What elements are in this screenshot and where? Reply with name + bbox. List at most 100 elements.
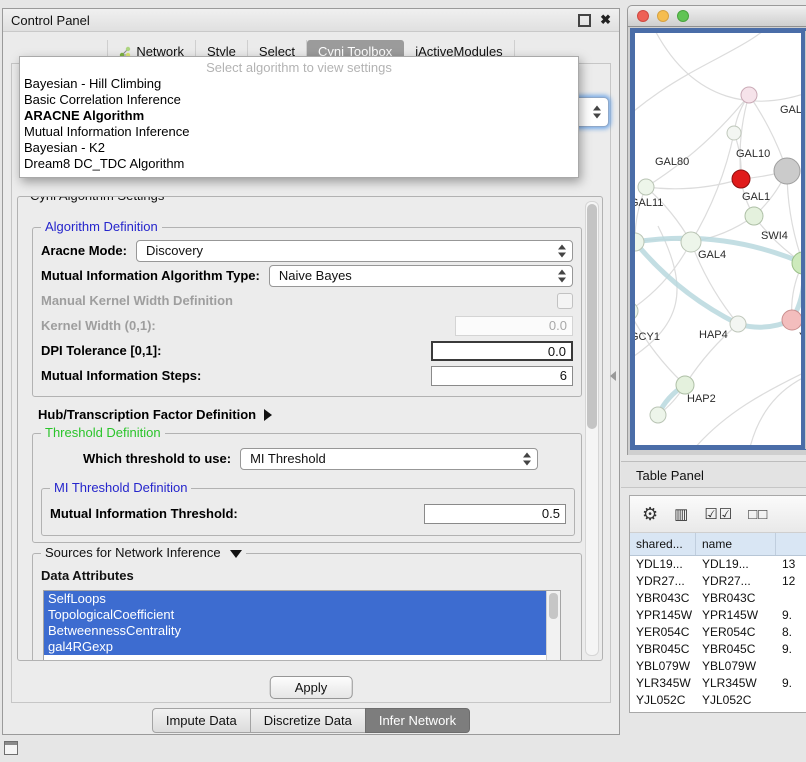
combo-stepper-icon (558, 269, 566, 282)
algorithm-definition-group: Algorithm Definition Aracne Mode: Discov… (32, 227, 582, 397)
network-window-content: GALGAL80GAL10GAL11GAL1SWI4GAL4GCY1HAP4YH… (627, 27, 806, 455)
network-node[interactable] (630, 302, 638, 320)
table-row[interactable]: YBL079WYBL079W (630, 658, 806, 675)
network-node-label: GCY1 (630, 331, 660, 343)
attribute-item-topologicalcoefficient[interactable]: TopologicalCoefficient (44, 607, 550, 623)
minimize-traffic-light-icon[interactable] (657, 10, 669, 22)
algorithm-option-bayesian-k2[interactable]: Bayesian - K2 (20, 140, 578, 156)
table-row[interactable]: YJL052CYJL052C (630, 692, 806, 709)
mi-threshold-label: Mutual Information Threshold: (50, 506, 238, 521)
table-row[interactable]: YDR27...YDR27...12 (630, 573, 806, 590)
table-row[interactable]: YER054CYER054C8. (630, 624, 806, 641)
network-node-label: GAL (780, 104, 802, 116)
table-row[interactable]: YPR145WYPR145W9. (630, 607, 806, 624)
table-cell: YER054C (630, 624, 696, 641)
cyni-algorithm-settings-group: Cyni Algorithm Settings Algorithm Defini… (17, 196, 603, 661)
network-node[interactable] (650, 407, 666, 423)
network-window-titlebar[interactable] (627, 5, 806, 27)
bottom-tab-discretize-data[interactable]: Discretize Data (250, 708, 366, 733)
threshold-definition-title: Threshold Definition (41, 425, 165, 440)
table-row[interactable]: YDL19...YDL19...13 (630, 556, 806, 573)
mi-threshold-field[interactable]: 0.5 (424, 504, 566, 524)
aracne-mode-combobox[interactable]: Discovery (136, 240, 573, 262)
column-header-shared[interactable]: shared... (630, 533, 696, 555)
network-node[interactable] (741, 87, 757, 103)
network-canvas[interactable]: GALGAL80GAL10GAL11GAL1SWI4GAL4GCY1HAP4YH… (630, 28, 806, 450)
aracne-mode-label: Aracne Mode: (41, 243, 127, 258)
bottom-tab-infer-network[interactable]: Infer Network (365, 708, 470, 733)
apply-button[interactable]: Apply (270, 676, 353, 699)
table-row[interactable]: YLR345WYLR345W9. (630, 675, 806, 692)
table-panel-window: ⚙▥☑☑□□ shared...name YDL19...YDL19...13Y… (629, 495, 806, 713)
network-node[interactable] (732, 170, 750, 188)
algorithm-option-bayesian-hill-climbing[interactable]: Bayesian - Hill Climbing (20, 76, 578, 92)
table-cell: 8. (776, 624, 806, 641)
data-attributes-list[interactable]: SelfLoopsTopologicalCoefficientBetweenne… (43, 590, 561, 661)
attribute-item-gal4rgexp[interactable]: gal4RGexp (44, 639, 550, 655)
data-attributes-items: SelfLoopsTopologicalCoefficientBetweenne… (44, 591, 560, 655)
network-node-label: GAL1 (742, 191, 770, 203)
network-node[interactable] (774, 158, 800, 184)
data-attributes-label: Data Attributes (41, 568, 134, 583)
table-cell: YPR145W (696, 607, 776, 624)
network-node[interactable] (630, 233, 644, 251)
restore-panel-icon[interactable] (4, 741, 18, 755)
mi-algorithm-type-combobox[interactable]: Naive Bayes (269, 265, 573, 287)
close-icon[interactable]: ✖ (600, 14, 611, 26)
close-traffic-light-icon[interactable] (637, 10, 649, 22)
bottom-tab-bar: Impute DataDiscretize DataInfer Network (3, 708, 619, 733)
network-node[interactable] (745, 207, 763, 225)
algorithm-option-aracne-algorithm[interactable]: ARACNE Algorithm (20, 108, 578, 124)
table-rows: YDL19...YDL19...13YDR27...YDR27...12YBR0… (630, 556, 806, 709)
bottom-tab-impute-data[interactable]: Impute Data (152, 708, 251, 733)
network-node[interactable] (638, 179, 654, 195)
settings-gear-icon[interactable]: ⚙ (642, 504, 659, 525)
attributes-scrollbar[interactable] (546, 591, 560, 661)
cyni-algorithm-settings-title: Cyni Algorithm Settings (26, 196, 168, 203)
table-cell: YDR27... (630, 573, 696, 590)
attributes-scrollbar-thumb[interactable] (549, 593, 558, 619)
mi-steps-field[interactable]: 6 (431, 366, 573, 386)
select-rows-icon[interactable]: ☑☑ (704, 505, 733, 523)
algorithm-dropdown-placeholder: Select algorithm to view settings (20, 59, 578, 76)
float-window-icon[interactable] (578, 14, 591, 27)
table-row[interactable]: YBR045CYBR045C9. (630, 641, 806, 658)
network-node[interactable] (782, 310, 802, 330)
network-node[interactable] (676, 376, 694, 394)
column-header-extra[interactable] (776, 533, 806, 555)
attribute-item-betweennesscentrality[interactable]: BetweennessCentrality (44, 623, 550, 639)
network-node-label: GAL80 (655, 156, 689, 168)
table-row[interactable]: YBR043CYBR043C (630, 590, 806, 607)
manual-kernel-width-checkbox[interactable] (557, 293, 573, 309)
network-node[interactable] (727, 126, 741, 140)
attribute-item-selfloops[interactable]: SelfLoops (44, 591, 550, 607)
table-cell: YPR145W (630, 607, 696, 624)
sources-group: Sources for Network Inference Data Attri… (32, 553, 582, 661)
algorithm-option-basic-correlation-inference[interactable]: Basic Correlation Inference (20, 92, 578, 108)
column-header-name[interactable]: name (696, 533, 776, 555)
settings-scrollbar[interactable] (585, 201, 599, 656)
algorithm-option-dream8-dc-tdc-algorithm[interactable]: Dream8 DC_TDC Algorithm (20, 156, 578, 172)
collapse-down-icon (230, 550, 242, 558)
algorithm-option-mutual-information-inference[interactable]: Mutual Information Inference (20, 124, 578, 140)
algorithm-dropdown-popup: Select algorithm to view settings Bayesi… (19, 56, 579, 178)
zoom-traffic-light-icon[interactable] (677, 10, 689, 22)
control-panel-titlebar[interactable]: Control Panel ✖ (3, 9, 619, 32)
hub-transcription-section-toggle[interactable]: Hub/Transcription Factor Definition (38, 407, 272, 422)
deselect-rows-icon[interactable]: □□ (748, 506, 768, 523)
network-node[interactable] (792, 252, 806, 274)
kernel-width-field[interactable]: 0.0 (455, 316, 573, 336)
mi-threshold-definition-group: MI Threshold Definition Mutual Informati… (41, 488, 575, 536)
network-node[interactable] (730, 316, 746, 332)
panel-splitter-handle[interactable] (610, 371, 616, 381)
dpi-tolerance-field[interactable]: 0.0 (431, 341, 573, 361)
table-cell: YDL19... (696, 556, 776, 573)
sources-title[interactable]: Sources for Network Inference (41, 545, 246, 560)
column-selector-icon[interactable]: ▥ (674, 505, 689, 523)
expand-right-icon (264, 409, 272, 421)
control-panel-window: Control Panel ✖ NetworkStyleSelectCyni T… (2, 8, 620, 735)
which-threshold-value: MI Threshold (250, 451, 326, 466)
which-threshold-combobox[interactable]: MI Threshold (240, 448, 538, 470)
network-node-label: GAL10 (736, 148, 770, 160)
settings-scrollbar-thumb[interactable] (587, 204, 597, 429)
